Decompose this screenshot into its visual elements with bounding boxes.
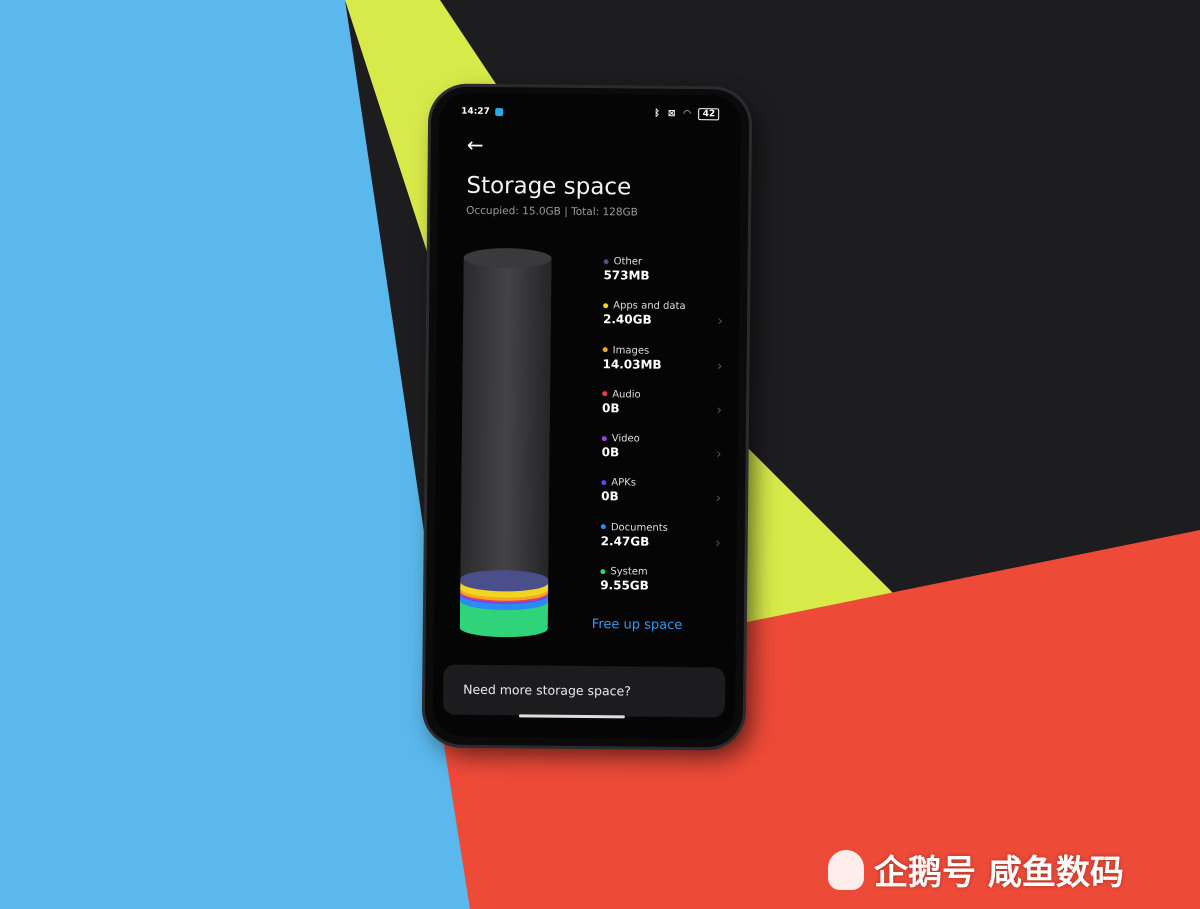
category-item-apps-and-data[interactable]: Apps and data 2.40GB › bbox=[603, 300, 723, 346]
color-dot-icon bbox=[603, 302, 609, 309]
chevron-right-icon[interactable]: › bbox=[715, 491, 721, 507]
page-title: Storage space bbox=[466, 172, 632, 201]
chevron-right-icon[interactable]: › bbox=[716, 402, 722, 418]
chevron-right-icon[interactable]: › bbox=[717, 314, 723, 330]
category-name: System bbox=[610, 566, 648, 578]
category-name: Other bbox=[613, 256, 643, 268]
category-item-audio[interactable]: Audio 0B › bbox=[602, 389, 722, 435]
category-size: 573MB bbox=[603, 268, 650, 283]
color-dot-icon bbox=[602, 347, 608, 353]
chevron-right-icon[interactable]: › bbox=[717, 358, 723, 374]
category-name: Documents bbox=[610, 522, 668, 534]
phone: 14:27 ᛒ ⊠ ◠ 42 ← Storage space Occupied:… bbox=[424, 86, 750, 748]
category-item-other: Other 573MB bbox=[603, 256, 723, 302]
category-name: Images bbox=[612, 344, 650, 357]
category-label: Audio bbox=[602, 389, 722, 401]
category-name: Apps and data bbox=[613, 300, 686, 313]
category-item-system: System 9.55GB bbox=[600, 566, 720, 612]
back-arrow-icon[interactable]: ← bbox=[467, 133, 484, 157]
category-size: 0B bbox=[601, 489, 619, 504]
penguin-logo-icon bbox=[828, 849, 864, 890]
color-dot-icon bbox=[601, 435, 607, 441]
category-size: 14.03MB bbox=[602, 356, 662, 372]
color-dot-icon bbox=[600, 524, 606, 530]
category-label: Video bbox=[601, 433, 722, 445]
category-label: Other bbox=[603, 256, 724, 268]
category-item-video[interactable]: Video 0B › bbox=[601, 433, 722, 479]
category-list: Other 573MB Apps and data 2.40GB › Images 14.0… bbox=[600, 256, 724, 612]
chevron-right-icon[interactable]: › bbox=[716, 447, 722, 463]
category-size: 0B bbox=[602, 401, 620, 416]
category-item-apks[interactable]: APKs 0B › bbox=[601, 478, 721, 524]
color-dot-icon bbox=[602, 391, 608, 397]
category-size: 2.47GB bbox=[600, 533, 650, 549]
notification-icon bbox=[494, 107, 503, 116]
category-name: Video bbox=[611, 433, 640, 445]
category-label: APKs bbox=[601, 478, 721, 490]
category-label: Images bbox=[602, 344, 723, 357]
category-label: Documents bbox=[600, 522, 721, 534]
status-bar: 14:27 ᛒ ⊠ ◠ 42 bbox=[461, 106, 720, 121]
watermark-text: 企鹅号 咸鱼数码 bbox=[874, 853, 1124, 893]
category-label: Apps and data bbox=[603, 300, 723, 312]
home-indicator[interactable] bbox=[518, 714, 625, 719]
category-name: APKs bbox=[611, 477, 637, 490]
bluetooth-icon: ᛒ bbox=[654, 108, 660, 119]
storage-cylinder-chart bbox=[459, 248, 552, 638]
color-dot-icon bbox=[601, 480, 607, 486]
watermark: 企鹅号 咸鱼数码 bbox=[828, 845, 1124, 894]
color-dot-icon bbox=[600, 568, 606, 574]
sim-icon: ⊠ bbox=[667, 108, 676, 119]
category-item-documents[interactable]: Documents 2.47GB › bbox=[600, 522, 721, 568]
category-item-images[interactable]: Images 14.03MB › bbox=[602, 345, 722, 391]
category-name: Audio bbox=[612, 389, 641, 401]
category-size: 2.40GB bbox=[602, 312, 652, 327]
wifi-icon: ◠ bbox=[683, 108, 691, 120]
more-storage-label: Need more storage space? bbox=[463, 681, 631, 699]
chevron-right-icon[interactable]: › bbox=[715, 535, 721, 551]
category-label: System bbox=[600, 566, 720, 578]
category-size: 9.55GB bbox=[600, 578, 649, 593]
category-size: 0B bbox=[601, 445, 620, 460]
color-dot-icon bbox=[603, 258, 609, 264]
storage-summary: Occupied: 15.0GB | Total: 128GB bbox=[466, 204, 638, 219]
storage-screen: 14:27 ᛒ ⊠ ◠ 42 ← Storage space Occupied:… bbox=[432, 92, 742, 740]
more-storage-card[interactable]: Need more storage space? bbox=[442, 664, 726, 718]
battery-icon: 42 bbox=[698, 108, 720, 121]
clock: 14:27 bbox=[461, 106, 490, 117]
free-up-space-link[interactable]: Free up space bbox=[592, 617, 683, 633]
